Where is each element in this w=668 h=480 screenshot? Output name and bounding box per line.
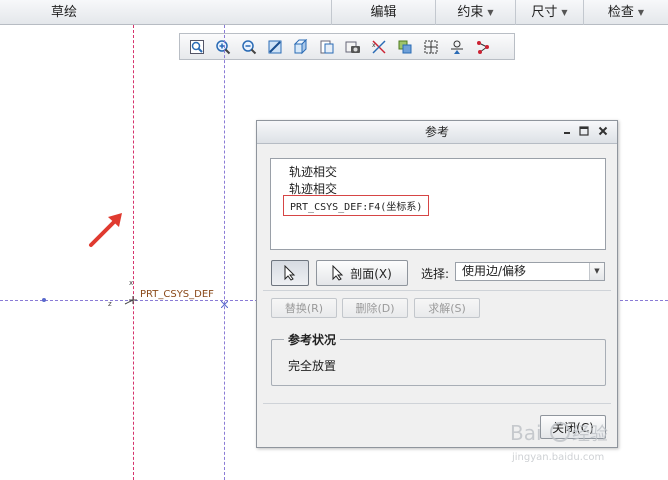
divider bbox=[263, 290, 611, 291]
chevron-down-icon: ▼ bbox=[637, 8, 645, 17]
group-constrain[interactable]: 约束 ▼ bbox=[435, 0, 515, 25]
cursor-arrow-icon bbox=[332, 265, 344, 281]
group-sketch-label: 草绘 bbox=[50, 5, 77, 20]
references-dialog: 参考 轨迹相交 轨迹相交 PRT_CSYS_DEF:F4(坐标系) 剖面(X) … bbox=[256, 120, 618, 448]
sketcher-display-icon[interactable] bbox=[393, 36, 417, 58]
delete-button[interactable]: 删除(D) bbox=[342, 298, 408, 318]
svg-text:z: z bbox=[108, 300, 112, 308]
group-inspect[interactable]: 检查 ▼ bbox=[583, 0, 668, 25]
select-dropdown[interactable]: 使用边/偏移 ▼ bbox=[455, 262, 605, 281]
maximize-icon[interactable] bbox=[577, 124, 591, 138]
chevron-down-icon: ▼ bbox=[487, 8, 494, 17]
minimize-icon[interactable] bbox=[560, 124, 574, 138]
svg-text:x: x bbox=[129, 279, 133, 287]
group-dimension[interactable]: 尺寸 ▼ bbox=[515, 0, 583, 25]
cross-section-button[interactable]: 剖面(X) bbox=[316, 260, 408, 286]
disp-vertices-icon[interactable] bbox=[471, 36, 495, 58]
replace-button[interactable]: 替换(R) bbox=[271, 298, 337, 318]
status-group-title: 参考状况 bbox=[284, 331, 341, 348]
reference-list[interactable]: 轨迹相交 轨迹相交 PRT_CSYS_DEF:F4(坐标系) bbox=[270, 158, 606, 250]
group-constrain-label: 约束 bbox=[457, 5, 484, 20]
disp-constraints-icon[interactable] bbox=[419, 36, 443, 58]
zoom-in-icon[interactable] bbox=[211, 36, 235, 58]
dialog-titlebar[interactable]: 参考 bbox=[257, 121, 617, 144]
chevron-down-icon[interactable]: ▼ bbox=[589, 263, 604, 280]
view-manager-icon[interactable] bbox=[341, 36, 365, 58]
close-button[interactable]: 关闭(C) bbox=[540, 415, 606, 439]
sketch-point bbox=[42, 298, 46, 302]
reference-status-group: 参考状况 完全放置 bbox=[271, 331, 606, 386]
select-value: 使用边/偏移 bbox=[462, 264, 527, 278]
display-style-icon[interactable] bbox=[289, 36, 313, 58]
group-edit-label: 编辑 bbox=[370, 5, 397, 20]
list-item-selected[interactable]: PRT_CSYS_DEF:F4(坐标系) bbox=[283, 195, 430, 216]
svg-text:x: x bbox=[372, 42, 376, 49]
group-edit[interactable]: 编辑 bbox=[331, 0, 435, 25]
vertical-reference-line bbox=[224, 25, 225, 480]
status-text: 完全放置 bbox=[288, 359, 337, 373]
select-reference-button[interactable] bbox=[271, 260, 309, 286]
delete-label: 删除(D) bbox=[355, 302, 395, 315]
close-icon[interactable] bbox=[596, 124, 610, 138]
select-label: 选择: bbox=[421, 267, 450, 281]
refit-icon[interactable] bbox=[185, 36, 209, 58]
graphics-toolbar: x bbox=[179, 33, 515, 60]
group-sketch[interactable]: 草绘 bbox=[0, 0, 128, 25]
repaint-icon[interactable] bbox=[263, 36, 287, 58]
annotation-arrow-icon bbox=[86, 210, 126, 250]
close-label: 关闭(C) bbox=[552, 420, 594, 435]
cursor-arrow-icon bbox=[284, 265, 296, 281]
chevron-down-icon: ▼ bbox=[561, 8, 568, 17]
sketch-vertex bbox=[220, 297, 229, 309]
group-dimension-label: 尺寸 bbox=[531, 5, 558, 20]
ribbon-group-bar: 草绘 编辑 约束 ▼ 尺寸 ▼ 检查 ▼ bbox=[0, 0, 668, 25]
disp-grid-icon[interactable] bbox=[445, 36, 469, 58]
vertical-centerline bbox=[133, 25, 134, 480]
solve-button[interactable]: 求解(S) bbox=[414, 298, 480, 318]
csys-icon: x z bbox=[105, 278, 139, 310]
list-item[interactable]: 轨迹相交 bbox=[289, 163, 337, 180]
divider bbox=[263, 403, 611, 404]
saved-orientations-icon[interactable] bbox=[315, 36, 339, 58]
datum-display-icon[interactable]: x bbox=[367, 36, 391, 58]
csys-label: PRT_CSYS_DEF bbox=[140, 289, 214, 300]
zoom-out-icon[interactable] bbox=[237, 36, 261, 58]
svg-text:jingyan.baidu.com: jingyan.baidu.com bbox=[511, 452, 604, 463]
solve-label: 求解(S) bbox=[428, 302, 466, 315]
group-inspect-label: 检查 bbox=[607, 5, 634, 20]
replace-label: 替换(R) bbox=[284, 302, 324, 315]
cross-section-label: 剖面(X) bbox=[350, 266, 392, 281]
